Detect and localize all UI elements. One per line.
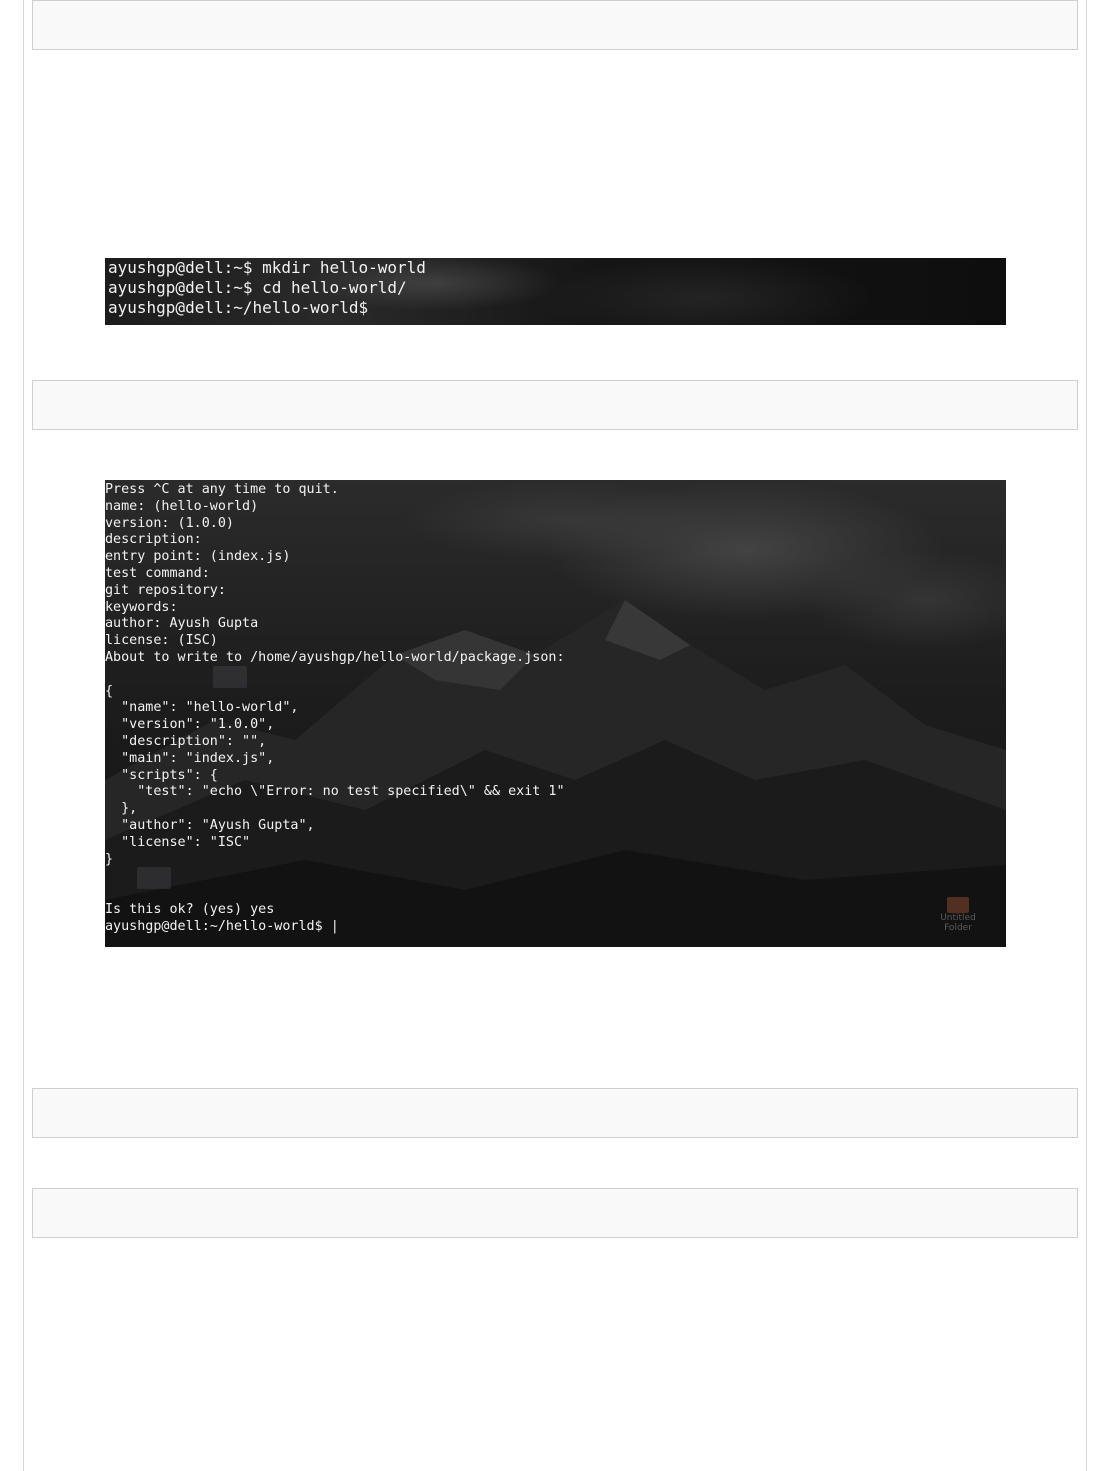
terminal-screenshot-mkdir: ayushgp@dell:~$ mkdir hello-world ayushg… <box>105 258 1006 325</box>
code-block-2[interactable] <box>32 380 1078 430</box>
terminal-line: "license": "ISC" <box>105 834 251 850</box>
terminal-line: test command: <box>105 565 210 581</box>
terminal-line: Press ^C at any time to quit. <box>105 482 339 497</box>
terminal-line: "version": "1.0.0", <box>105 717 275 733</box>
terminal-line: name: (hello-world) <box>105 498 259 514</box>
terminal-screenshot-npm-init: Press ^C at any time to quit. name: (hel… <box>105 480 1006 947</box>
code-block-3[interactable] <box>32 1088 1078 1138</box>
terminal-line: entry point: (index.js) <box>105 549 291 565</box>
terminal-line: ayushgp@dell:~$ mkdir hello-world <box>108 258 426 277</box>
folder-icon <box>947 897 969 913</box>
terminal-output: ayushgp@dell:~$ mkdir hello-world ayushg… <box>108 258 1006 318</box>
terminal-line: About to write to /home/ayushgp/hello-wo… <box>105 649 565 665</box>
terminal-line: "author": "Ayush Gupta", <box>105 817 315 833</box>
terminal-line: "name": "hello-world", <box>105 700 299 716</box>
terminal-line: "description": "", <box>105 733 267 749</box>
terminal-line: git repository: <box>105 582 226 598</box>
code-block-4[interactable] <box>32 1188 1078 1238</box>
folder-label: Folder <box>944 923 972 933</box>
terminal-line: } <box>105 851 114 867</box>
terminal-line: "test": "echo \"Error: no test specified… <box>105 784 565 800</box>
folder-label: Untitled <box>940 913 976 923</box>
terminal-line: ayushgp@dell:~/hello-world$ <box>108 298 369 317</box>
terminal-line: license: (ISC) <box>105 633 218 649</box>
terminal-line: }, <box>105 801 138 817</box>
terminal-line: "scripts": { <box>105 767 218 783</box>
terminal-line: author: Ayush Gupta <box>105 616 259 632</box>
terminal-output: Press ^C at any time to quit. name: (hel… <box>105 480 1006 936</box>
terminal-line: version: (1.0.0) <box>105 515 234 531</box>
terminal-line: ayushgp@dell:~$ cd hello-world/ <box>108 278 407 297</box>
terminal-line: Is this ok? (yes) yes <box>105 901 275 917</box>
code-block-1[interactable] <box>32 0 1078 50</box>
terminal-line: "main": "index.js", <box>105 750 275 766</box>
terminal-line: description: <box>105 532 202 548</box>
terminal-line: keywords: <box>105 599 178 615</box>
terminal-line: ayushgp@dell:~/hello-world$ | <box>105 918 339 934</box>
untitled-folder-icon[interactable]: Untitled Folder <box>940 897 976 941</box>
terminal-line: { <box>105 683 114 699</box>
